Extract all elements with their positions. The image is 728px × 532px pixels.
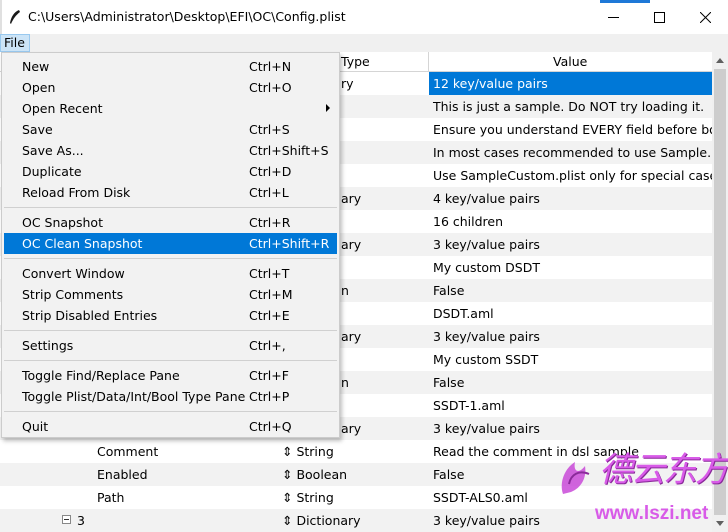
file-menu-dropdown: New Ctrl+N Open Ctrl+O Open Recent Save Ctrl+S…	[1, 52, 340, 438]
menu-item-shortcut: Ctrl+E	[249, 308, 290, 323]
row-value[interactable]: My custom SSDT	[429, 348, 712, 371]
menu-item-reload-from-disk[interactable]: Reload From Disk Ctrl+L	[4, 182, 337, 203]
row-type[interactable]: ⇕ String	[282, 490, 428, 505]
watermark-text: 德云东方	[599, 450, 728, 490]
menu-item-new[interactable]: New Ctrl+N	[4, 56, 337, 77]
menu-item-label: OC Clean Snapshot	[22, 236, 143, 251]
menu-item-quit[interactable]: Quit Ctrl+Q	[4, 416, 337, 437]
menu-item-oc-snapshot[interactable]: OC Snapshot Ctrl+R	[4, 212, 337, 233]
close-icon	[699, 11, 711, 23]
maximize-icon	[653, 11, 665, 23]
maximize-button[interactable]	[636, 0, 682, 34]
watermark-logo: 德云东方 www.lszi.net	[555, 440, 728, 530]
submenu-arrow-icon	[326, 104, 330, 112]
row-value[interactable]: 4 key/value pairs	[429, 187, 712, 210]
menu-item-save[interactable]: Save Ctrl+S	[4, 119, 337, 140]
row-value[interactable]: 3 key/value pairs	[429, 325, 712, 348]
menu-separator	[4, 258, 337, 259]
menu-item-shortcut: Ctrl+T	[249, 266, 290, 281]
row-value[interactable]: In most cases recommended to use Sample.…	[429, 141, 712, 164]
menu-separator	[4, 330, 337, 331]
menu-item-label: Toggle Find/Replace Pane	[22, 368, 180, 383]
menu-item-label: Save	[22, 122, 53, 137]
watermark-url: www.lszi.net	[595, 503, 709, 524]
menu-item-label: Save As...	[22, 143, 84, 158]
menu-item-label: Quit	[22, 419, 49, 434]
menu-item-label: OC Snapshot	[22, 215, 103, 230]
row-value[interactable]: Ensure you understand EVERY field before…	[429, 118, 712, 141]
row-value[interactable]: 3 key/value pairs	[429, 233, 712, 256]
row-value[interactable]: DSDT.aml	[429, 302, 712, 325]
menu-item-shortcut: Ctrl+,	[249, 338, 286, 353]
title-bar: C:\Users\Administrator\Desktop\EFI\OC\Co…	[0, 0, 728, 34]
menu-item-shortcut: Ctrl+O	[249, 80, 292, 95]
row-type[interactable]: ⇕ String	[282, 444, 428, 459]
menu-item-shortcut: Ctrl+P	[249, 389, 290, 404]
menu-item-label: New	[22, 59, 50, 74]
arrow-up-icon	[716, 58, 724, 63]
menu-item-toggle-plist-data-int-bool-type-pane[interactable]: Toggle Plist/Data/Int/Bool Type Pane Ctrl…	[4, 386, 337, 407]
menu-item-label: Duplicate	[22, 164, 82, 179]
menu-item-shortcut: Ctrl+R	[249, 215, 291, 230]
menu-item-save-as[interactable]: Save As... Ctrl+Shift+S	[4, 140, 337, 161]
row-value[interactable]: False	[429, 279, 712, 302]
menu-item-label: Toggle Plist/Data/Int/Bool Type Pane	[22, 389, 246, 404]
scroll-up-button[interactable]	[712, 52, 728, 69]
row-value[interactable]: 12 key/value pairs	[429, 72, 712, 95]
menu-item-label: Strip Comments	[22, 287, 124, 302]
column-header-value[interactable]: Value	[553, 54, 587, 69]
collapse-toggle-icon[interactable]	[62, 515, 71, 524]
menu-item-label: Open Recent	[22, 101, 103, 116]
column-separator[interactable]	[428, 52, 429, 72]
menu-item-shortcut: Ctrl+L	[249, 185, 289, 200]
menu-item-shortcut: Ctrl+N	[249, 59, 292, 74]
menu-bar: File	[0, 34, 728, 52]
menu-item-shortcut: Ctrl+S	[249, 122, 290, 137]
row-value[interactable]: SSDT-1.aml	[429, 394, 712, 417]
menu-item-open-recent[interactable]: Open Recent	[4, 98, 337, 119]
menu-item-label: Open	[22, 80, 56, 95]
row-value[interactable]: False	[429, 371, 712, 394]
close-button[interactable]	[682, 0, 728, 34]
window-edge	[0, 0, 2, 34]
row-type[interactable]: ⇕ Dictionary	[282, 513, 428, 528]
menu-item-open[interactable]: Open Ctrl+O	[4, 77, 337, 98]
menu-item-strip-disabled-entries[interactable]: Strip Disabled Entries Ctrl+E	[4, 305, 337, 326]
menu-item-shortcut: Ctrl+F	[249, 368, 289, 383]
menu-file[interactable]: File	[0, 34, 30, 52]
menu-item-shortcut: Ctrl+Shift+R	[249, 236, 330, 251]
column-header-type[interactable]: Type	[341, 54, 370, 69]
menu-item-convert-window[interactable]: Convert Window Ctrl+T	[4, 263, 337, 284]
menu-item-oc-clean-snapshot[interactable]: OC Clean Snapshot Ctrl+Shift+R	[4, 233, 337, 254]
menu-item-shortcut: Ctrl+M	[249, 287, 293, 302]
menu-item-label: Settings	[22, 338, 74, 353]
row-value[interactable]: My custom DSDT	[429, 256, 712, 279]
menu-item-shortcut: Ctrl+Shift+S	[249, 143, 329, 158]
menu-item-label: Convert Window	[22, 266, 125, 281]
menu-item-label: Reload From Disk	[22, 185, 131, 200]
feather-icon	[10, 10, 20, 24]
window-title: C:\Users\Administrator\Desktop\EFI\OC\Co…	[28, 9, 346, 24]
menu-separator	[4, 360, 337, 361]
menu-item-settings[interactable]: Settings Ctrl+,	[4, 335, 337, 356]
minimize-button[interactable]	[590, 0, 636, 34]
menu-separator	[4, 207, 337, 208]
row-value[interactable]: 16 children	[429, 210, 712, 233]
row-value[interactable]: Use SampleCustom.plist only for special …	[429, 164, 712, 187]
menu-item-toggle-find-replace-pane[interactable]: Toggle Find/Replace Pane Ctrl+F	[4, 365, 337, 386]
row-value[interactable]: This is just a sample. Do NOT try loadin…	[429, 95, 712, 118]
minimize-icon	[607, 16, 619, 18]
menu-separator	[4, 411, 337, 412]
menu-item-shortcut: Ctrl+D	[249, 164, 292, 179]
menu-item-label: Strip Disabled Entries	[22, 308, 158, 323]
menu-item-shortcut: Ctrl+Q	[249, 419, 292, 434]
row-value[interactable]: 3 key/value pairs	[429, 417, 712, 440]
menu-item-duplicate[interactable]: Duplicate Ctrl+D	[4, 161, 337, 182]
row-type[interactable]: ⇕ Boolean	[282, 467, 428, 482]
menu-item-strip-comments[interactable]: Strip Comments Ctrl+M	[4, 284, 337, 305]
dragon-logo-icon	[561, 462, 590, 494]
